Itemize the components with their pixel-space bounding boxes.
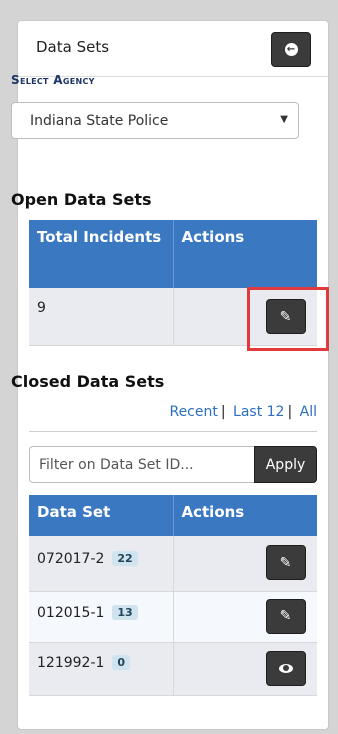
highlight-box [247,287,329,351]
data-set-cell: 121992-1 0 [29,642,174,696]
incident-count-badge: 0 [112,654,131,670]
edit-icon: ✎ [279,554,292,571]
view-data-set-button[interactable] [265,650,306,686]
collapse-panel-button[interactable]: ← [271,32,311,67]
column-header-data-set: Data Set [29,495,174,536]
column-header-total-incidents: Total Incidents [29,220,174,288]
filter-data-set-input[interactable] [29,446,254,483]
closed-sets-range-links: Recent | Last 12 | All [169,404,317,420]
column-header-actions: Actions [173,220,317,288]
closed-data-sets-title: Closed Data Sets [11,372,165,391]
edit-data-set-button[interactable]: ✎ [265,598,306,634]
select-agency-label: Select Agency [11,73,95,87]
column-header-actions: Actions [173,495,317,536]
edit-data-set-button[interactable]: ✎ [265,545,306,580]
data-set-id: 121992-1 [37,654,105,671]
actions-cell: ✎ [173,591,317,643]
actions-cell [173,642,317,696]
actions-cell: ✎ [173,536,317,592]
caret-down-icon: ▼ [280,114,288,125]
data-set-id: 012015-1 [37,604,105,621]
link-recent[interactable]: Recent [169,404,217,420]
total-incidents-cell: 9 [29,288,174,346]
table-row: 121992-1 0 [29,642,317,696]
divider [29,431,317,432]
agency-select-value: Indiana State Police [30,113,169,129]
incident-count-badge: 22 [112,551,138,566]
open-data-sets-title: Open Data Sets [11,190,152,209]
separator: | [287,404,293,420]
data-set-id: 072017-2 [37,551,105,567]
link-last-12[interactable]: Last 12 [233,404,284,420]
table-row: 072017-2 22 ✎ [29,536,317,592]
closed-data-sets-table: Data Set Actions 072017-2 22 ✎ 012015-1 13… [29,495,317,696]
agency-select[interactable]: Indiana State Police ▼ [11,102,299,139]
apply-filter-button[interactable]: Apply [254,446,317,483]
table-row: 012015-1 13 ✎ [29,591,317,643]
panel-title: Data Sets [36,38,110,56]
separator: | [220,404,226,420]
panel-header: Data Sets ← [18,21,328,77]
eye-icon [278,663,293,673]
data-set-cell: 012015-1 13 [29,591,174,643]
link-all[interactable]: All [300,404,317,420]
data-set-cell: 072017-2 22 [29,536,174,592]
circle-arrow-left-icon: ← [284,43,298,56]
edit-icon: ✎ [279,608,292,624]
incident-count-badge: 13 [112,604,138,620]
